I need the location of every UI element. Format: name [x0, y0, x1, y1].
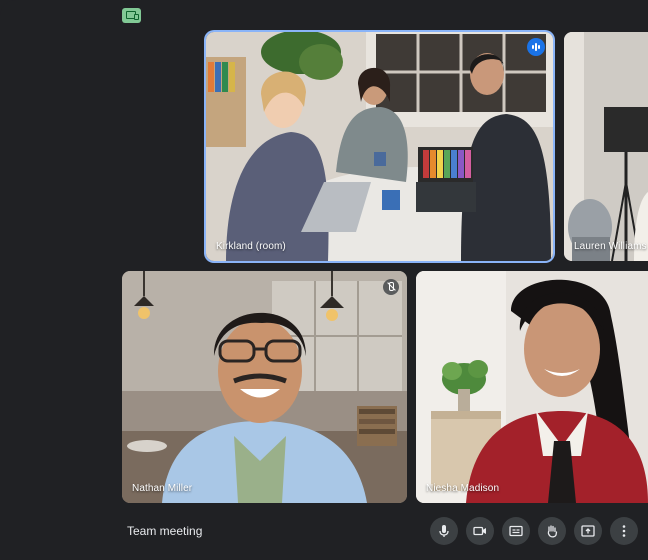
video-tile-niesha[interactable]: Niesha Madison	[416, 271, 648, 503]
participant-name: Kirkland (room)	[216, 241, 286, 252]
speaking-indicator-icon	[527, 38, 545, 56]
companion-mode-icon	[122, 8, 141, 23]
participant-name: Lauren Williams	[574, 241, 647, 252]
participant-video-feed	[122, 271, 407, 503]
raise-hand-icon	[547, 525, 558, 538]
present-screen-button[interactable]	[574, 517, 602, 545]
participant-video-feed	[564, 32, 648, 261]
meeting-title: Team meeting	[127, 524, 203, 538]
room-video-feed	[206, 32, 553, 261]
participant-name: Niesha Madison	[426, 483, 500, 494]
present-screen-icon	[581, 525, 595, 537]
video-tile-kirkland[interactable]: Kirkland (room)	[206, 32, 553, 261]
camera-icon	[473, 526, 486, 536]
captions-button[interactable]	[502, 517, 530, 545]
raise-hand-button[interactable]	[538, 517, 566, 545]
video-tile-lauren[interactable]: Lauren Williams	[564, 32, 648, 261]
participant-name: Nathan Miller	[132, 483, 193, 494]
video-tile-nathan[interactable]: Nathan Miller	[122, 271, 407, 503]
participant-video-feed	[416, 271, 648, 503]
mic-button[interactable]	[430, 517, 458, 545]
more-options-button[interactable]	[610, 517, 638, 545]
camera-button[interactable]	[466, 517, 494, 545]
mic-icon	[439, 525, 449, 537]
captions-icon	[509, 525, 523, 537]
more-options-icon	[622, 525, 626, 537]
mic-off-icon	[383, 279, 399, 295]
